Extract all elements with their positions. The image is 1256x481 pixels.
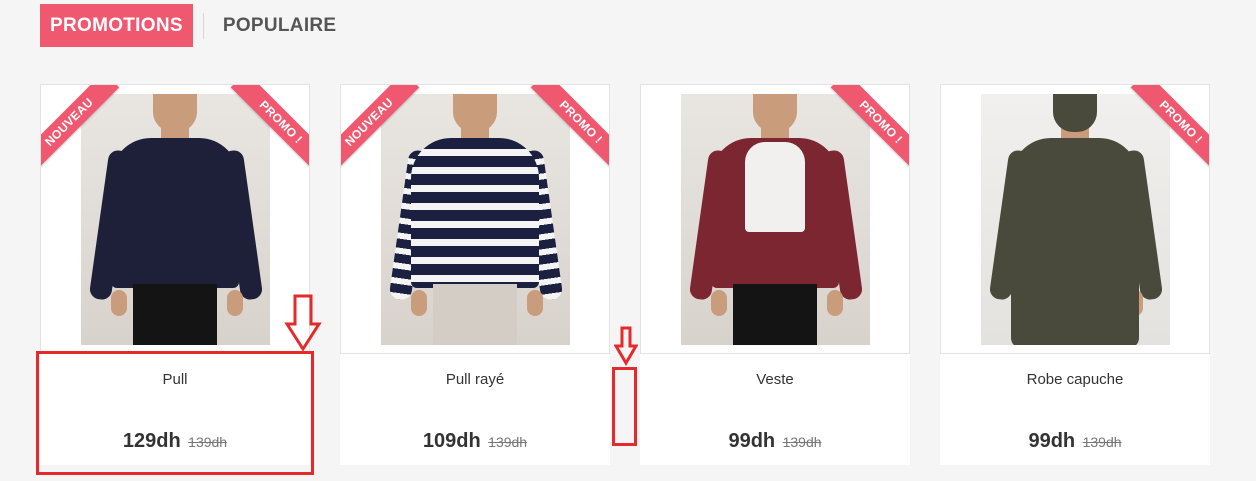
tab-populaire[interactable]: POPULAIRE bbox=[223, 4, 337, 47]
product-image[interactable]: PROMO ! bbox=[640, 84, 910, 354]
product-old-price: 139dh bbox=[488, 434, 528, 450]
annotation-box bbox=[612, 367, 637, 446]
product-old-price: 139dh bbox=[782, 434, 822, 450]
product-image[interactable]: PROMO ! bbox=[940, 84, 1210, 354]
product-info: Pull rayé 109dh 139dh bbox=[340, 354, 610, 465]
tab-promotions[interactable]: PROMOTIONS bbox=[40, 4, 193, 47]
tab-divider bbox=[202, 12, 204, 39]
product-price: 99dh bbox=[1028, 430, 1076, 452]
product-card[interactable]: PROMO ! Robe capuche 99dh 139dh bbox=[940, 84, 1210, 465]
product-image[interactable]: NOUVEAU PROMO ! bbox=[40, 84, 310, 354]
jacket-icon bbox=[681, 94, 870, 345]
product-card[interactable]: PROMO ! Veste 99dh 139dh bbox=[640, 84, 910, 465]
annotation-box bbox=[36, 351, 314, 475]
down-arrow-icon bbox=[284, 294, 322, 352]
product-price: 109dh bbox=[422, 430, 481, 452]
hooded-dress-icon bbox=[981, 94, 1170, 345]
product-info: Robe capuche 99dh 139dh bbox=[940, 354, 1210, 465]
down-arrow-icon bbox=[614, 326, 638, 366]
sweater-icon bbox=[81, 94, 270, 345]
product-prices: 99dh 139dh bbox=[640, 430, 910, 453]
product-prices: 99dh 139dh bbox=[940, 430, 1210, 453]
product-info: Veste 99dh 139dh bbox=[640, 354, 910, 465]
product-name[interactable]: Robe capuche bbox=[940, 371, 1210, 388]
product-name[interactable]: Veste bbox=[640, 371, 910, 388]
product-name[interactable]: Pull rayé bbox=[340, 371, 610, 388]
striped-sweater-icon bbox=[381, 94, 570, 345]
product-price: 99dh bbox=[728, 430, 776, 452]
product-old-price: 139dh bbox=[1082, 434, 1122, 450]
product-card[interactable]: NOUVEAU PROMO ! Pull rayé 109dh 139dh bbox=[340, 84, 610, 465]
product-prices: 109dh 139dh bbox=[340, 430, 610, 453]
product-tabs: PROMOTIONS POPULAIRE bbox=[40, 4, 336, 47]
product-image[interactable]: NOUVEAU PROMO ! bbox=[340, 84, 610, 354]
